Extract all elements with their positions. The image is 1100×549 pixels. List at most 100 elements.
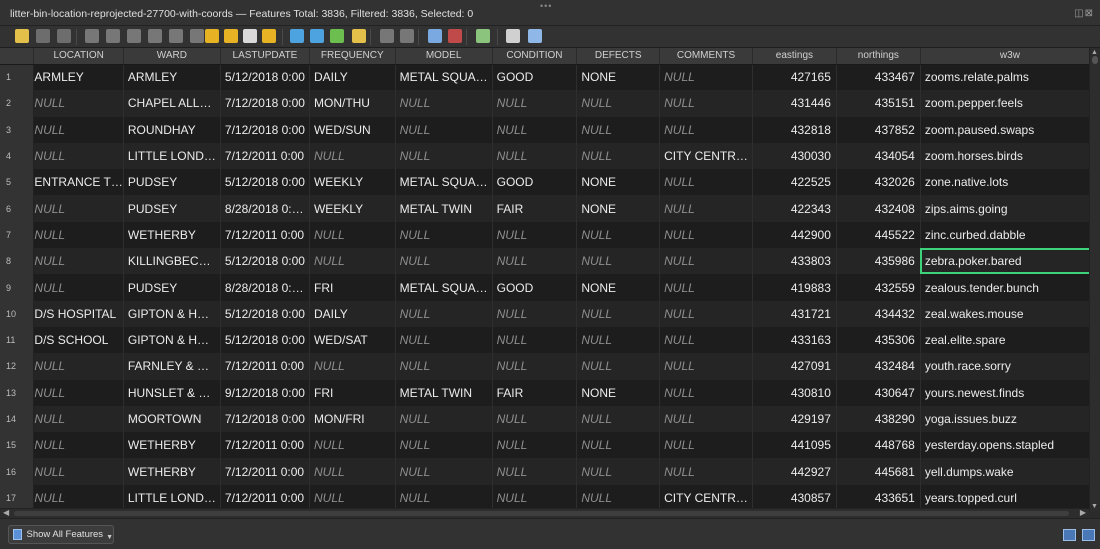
actions-icon[interactable] — [528, 29, 542, 43]
cell-w3w[interactable]: zone.native.lots — [920, 169, 1100, 196]
cell-defects[interactable]: NULL — [576, 353, 661, 380]
select-all-icon[interactable] — [224, 29, 238, 43]
organize-columns-icon[interactable] — [476, 29, 490, 43]
cell-w3w[interactable]: yell.dumps.wake — [920, 458, 1100, 485]
cell-frequency[interactable]: DAILY — [309, 300, 396, 327]
cell-ward[interactable]: HUNSLET & … — [123, 379, 221, 406]
cell-ward[interactable]: PUDSEY — [123, 169, 221, 196]
cell-frequency[interactable]: FRI — [309, 274, 396, 301]
row-number[interactable]: 16 — [0, 458, 35, 485]
cell-defects[interactable]: NONE — [576, 195, 661, 222]
cell-model[interactable]: METAL SQUA… — [395, 169, 493, 196]
column-header-w3w[interactable]: w3w — [920, 48, 1100, 65]
cell-ward[interactable]: PUDSEY — [123, 195, 221, 222]
scroll-up-icon[interactable]: ▲ — [1091, 49, 1098, 56]
cell-location[interactable]: D/S SCHOOL — [33, 326, 124, 354]
cell-w3w[interactable]: youth.race.sorry — [920, 353, 1100, 380]
cell-eastings[interactable]: 429197 — [752, 405, 837, 433]
cell-defects[interactable]: NULL — [576, 90, 661, 117]
toggle-editing-icon[interactable] — [15, 29, 29, 43]
cell-model[interactable]: NULL — [395, 458, 493, 485]
cell-ward[interactable]: GIPTON & H… — [123, 326, 221, 354]
cell-defects[interactable]: NONE — [576, 169, 661, 196]
cell-eastings[interactable]: 431446 — [752, 90, 837, 117]
drag-grip-icon[interactable]: ••• — [540, 1, 552, 11]
cell-eastings[interactable]: 422525 — [752, 169, 837, 196]
row-number[interactable]: 11 — [0, 326, 35, 354]
show-all-features-button[interactable]: Show All Features ▼ — [8, 525, 114, 544]
cell-comments[interactable]: NULL — [659, 64, 753, 91]
horizontal-scroll-thumb[interactable] — [14, 511, 1069, 516]
row-number[interactable]: 15 — [0, 432, 35, 459]
cell-frequency[interactable]: WEEKLY — [309, 195, 396, 222]
cell-location[interactable]: NULL — [33, 142, 124, 170]
cell-comments[interactable]: NULL — [659, 248, 753, 275]
cell-defects[interactable]: NONE — [576, 379, 661, 406]
cell-location[interactable]: NULL — [33, 458, 124, 485]
cell-frequency[interactable]: FRI — [309, 379, 396, 406]
column-header-lastupdate[interactable]: LASTUPDATE — [220, 48, 310, 65]
paste-icon[interactable] — [190, 29, 204, 43]
table-row[interactable]: 13 NULL HUNSLET & … 9/12/2018 0:00 FRI METAL … — [0, 379, 1100, 406]
cell-condition[interactable]: GOOD — [492, 274, 578, 301]
cut-icon[interactable] — [148, 29, 162, 43]
table-row[interactable]: 9 NULL PUDSEY 8/28/2018 0:… FRI METAL SQUA… GO… — [0, 274, 1100, 301]
row-number[interactable]: 4 — [0, 142, 35, 170]
cell-frequency[interactable]: NULL — [309, 353, 396, 380]
cell-comments[interactable]: NULL — [659, 458, 753, 485]
cell-defects[interactable]: NULL — [576, 142, 661, 170]
cell-frequency[interactable]: NULL — [309, 142, 396, 170]
cell-northings[interactable]: 435151 — [836, 90, 921, 117]
cell-northings[interactable]: 445522 — [836, 221, 921, 249]
cell-defects[interactable]: NULL — [576, 300, 661, 327]
cell-lastupdate[interactable]: 7/12/2018 0:00 — [220, 405, 310, 433]
row-number[interactable]: 9 — [0, 274, 35, 301]
cell-northings[interactable]: 438290 — [836, 405, 921, 433]
cell-ward[interactable]: MOORTOWN — [123, 405, 221, 433]
cell-condition[interactable]: NULL — [492, 432, 578, 459]
cell-eastings[interactable]: 430810 — [752, 379, 837, 406]
cell-condition[interactable]: NULL — [492, 142, 578, 170]
scroll-right-icon[interactable]: ▶ — [1080, 508, 1086, 517]
scroll-left-icon[interactable]: ◀ — [3, 508, 9, 517]
table-row[interactable]: 11 D/S SCHOOL GIPTON & H… 5/12/2018 0:00 WED… — [0, 326, 1100, 354]
column-header-model[interactable]: MODEL — [395, 48, 493, 65]
table-row[interactable]: 1 ARMLEY ARMLEY 5/12/2018 0:00 DAILY METAL SQ… — [0, 64, 1100, 91]
cell-comments[interactable]: NULL — [659, 116, 753, 143]
column-header-ward[interactable]: WARD — [123, 48, 221, 65]
row-number[interactable]: 6 — [0, 195, 35, 222]
cell-model[interactable]: NULL — [395, 353, 493, 380]
cell-comments[interactable]: NULL — [659, 195, 753, 222]
table-row[interactable]: 10 D/S HOSPITAL GIPTON & H… 5/12/2018 0:00 D… — [0, 300, 1100, 327]
cell-location[interactable]: NULL — [33, 221, 124, 249]
save-edits-icon[interactable] — [57, 29, 71, 43]
cell-defects[interactable]: NULL — [576, 248, 661, 275]
cell-northings[interactable]: 437852 — [836, 116, 921, 143]
row-number[interactable]: 1 — [0, 64, 35, 91]
move-selection-top-icon[interactable] — [310, 29, 324, 43]
cell-comments[interactable]: NULL — [659, 405, 753, 433]
cell-frequency[interactable]: NULL — [309, 432, 396, 459]
row-number[interactable]: 13 — [0, 379, 35, 406]
cell-eastings[interactable]: 419883 — [752, 274, 837, 301]
cell-northings[interactable]: 430647 — [836, 379, 921, 406]
cell-location[interactable]: NULL — [33, 274, 124, 301]
cell-model[interactable]: NULL — [395, 90, 493, 117]
cell-w3w[interactable]: yoga.issues.buzz — [920, 405, 1100, 433]
cell-model[interactable]: NULL — [395, 142, 493, 170]
cell-lastupdate[interactable]: 5/12/2018 0:00 — [220, 248, 310, 275]
cell-comments[interactable]: NULL — [659, 432, 753, 459]
cell-frequency[interactable]: DAILY — [309, 64, 396, 91]
cell-eastings[interactable]: 427091 — [752, 353, 837, 380]
cell-lastupdate[interactable]: 5/12/2018 0:00 — [220, 169, 310, 196]
cell-lastupdate[interactable]: 7/12/2011 0:00 — [220, 458, 310, 485]
cell-comments[interactable]: NULL — [659, 379, 753, 406]
cell-location[interactable]: NULL — [33, 195, 124, 222]
cell-w3w[interactable]: zoom.pepper.feels — [920, 90, 1100, 117]
cell-ward[interactable]: PUDSEY — [123, 274, 221, 301]
cell-ward[interactable]: LITTLE LOND… — [123, 142, 221, 170]
cell-eastings[interactable]: 430030 — [752, 142, 837, 170]
cell-comments[interactable]: NULL — [659, 90, 753, 117]
cell-northings[interactable]: 433467 — [836, 64, 921, 91]
cell-frequency[interactable]: NULL — [309, 458, 396, 485]
